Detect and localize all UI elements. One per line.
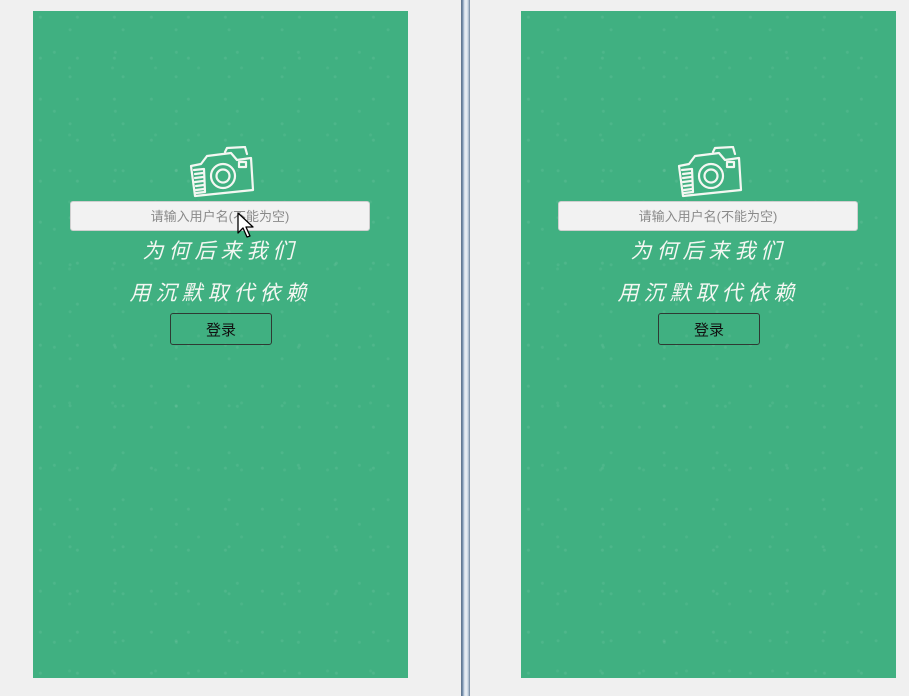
camera-icon xyxy=(189,146,255,198)
poem-line-1: 为何后来我们 xyxy=(142,239,299,263)
right-preview-window: 为何后来我们 用沉默取代依赖 登录 xyxy=(470,0,909,696)
camera-icon xyxy=(677,146,743,198)
login-screen-right: 为何后来我们 用沉默取代依赖 登录 xyxy=(521,11,896,678)
login-button[interactable]: 登录 xyxy=(170,313,272,345)
poem-line-2: 用沉默取代依赖 xyxy=(617,281,800,305)
window-divider[interactable] xyxy=(461,0,470,696)
login-button[interactable]: 登录 xyxy=(658,313,760,345)
poem-line-1: 为何后来我们 xyxy=(630,239,787,263)
left-preview-window: 为何后来我们 用沉默取代依赖 登录 xyxy=(0,0,461,696)
login-screen-left: 为何后来我们 用沉默取代依赖 登录 xyxy=(33,11,408,678)
mouse-pointer-icon xyxy=(237,212,254,238)
username-input[interactable] xyxy=(558,201,858,231)
username-input[interactable] xyxy=(70,201,370,231)
poem-line-2: 用沉默取代依赖 xyxy=(129,281,312,305)
